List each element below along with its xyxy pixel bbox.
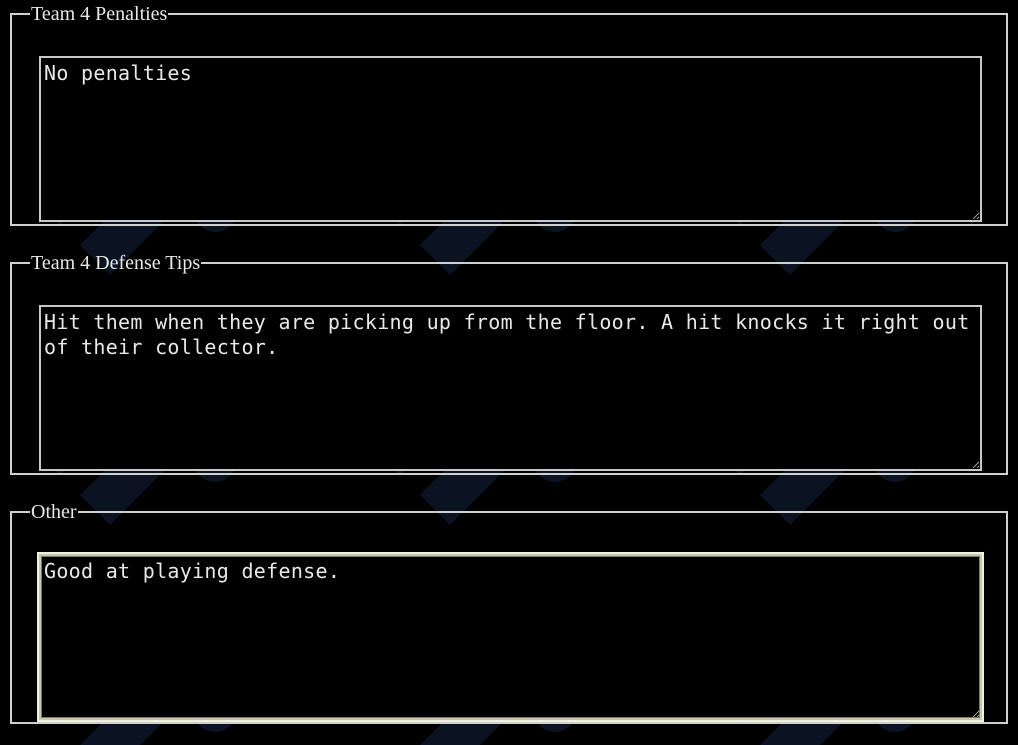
defense-tips-section: Team 4 Defense Tips <box>10 253 1008 475</box>
penalties-section: Team 4 Penalties <box>10 4 1008 226</box>
other-section: Other <box>10 502 1008 724</box>
defense-tips-textarea[interactable] <box>39 305 982 471</box>
penalties-legend: Team 4 Penalties <box>31 3 168 25</box>
other-legend: Other <box>31 501 77 523</box>
other-textarea[interactable] <box>39 554 982 720</box>
penalties-textarea[interactable] <box>39 56 982 222</box>
defense-tips-legend: Team 4 Defense Tips <box>31 252 201 274</box>
